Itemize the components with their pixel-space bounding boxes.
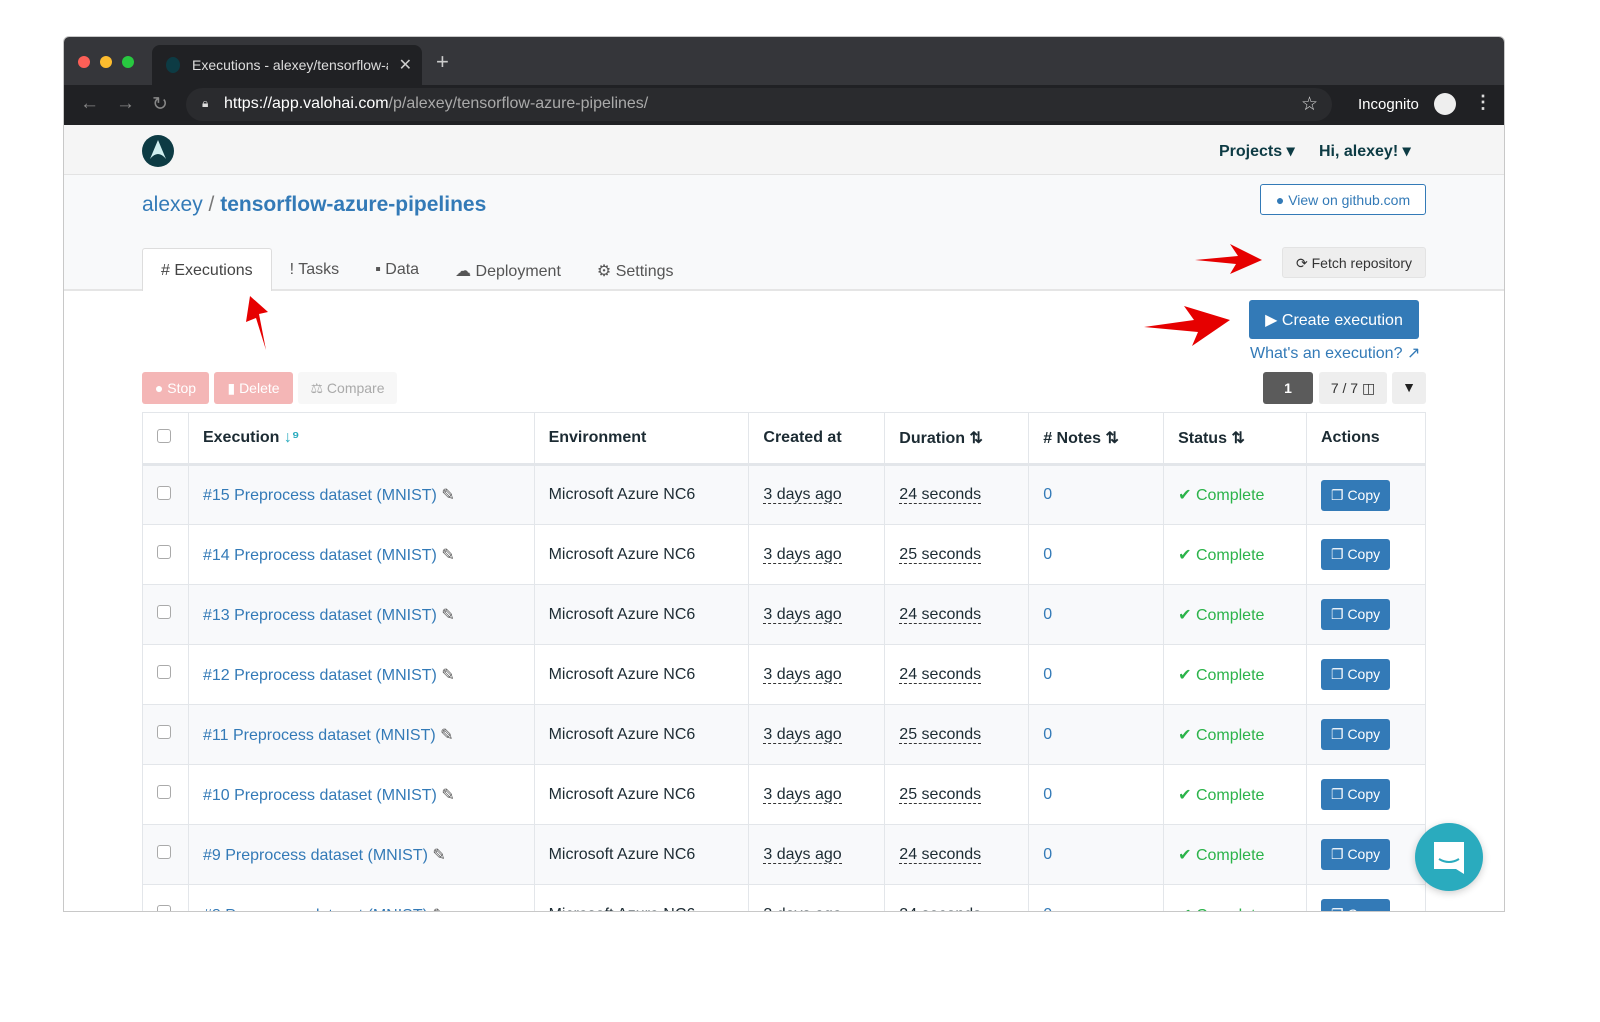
annotation-arrow-fetch xyxy=(1195,244,1262,274)
annotation-arrows xyxy=(246,244,1262,350)
annotation-arrow-create xyxy=(1144,306,1230,346)
annotation-arrow-executions xyxy=(246,296,268,350)
